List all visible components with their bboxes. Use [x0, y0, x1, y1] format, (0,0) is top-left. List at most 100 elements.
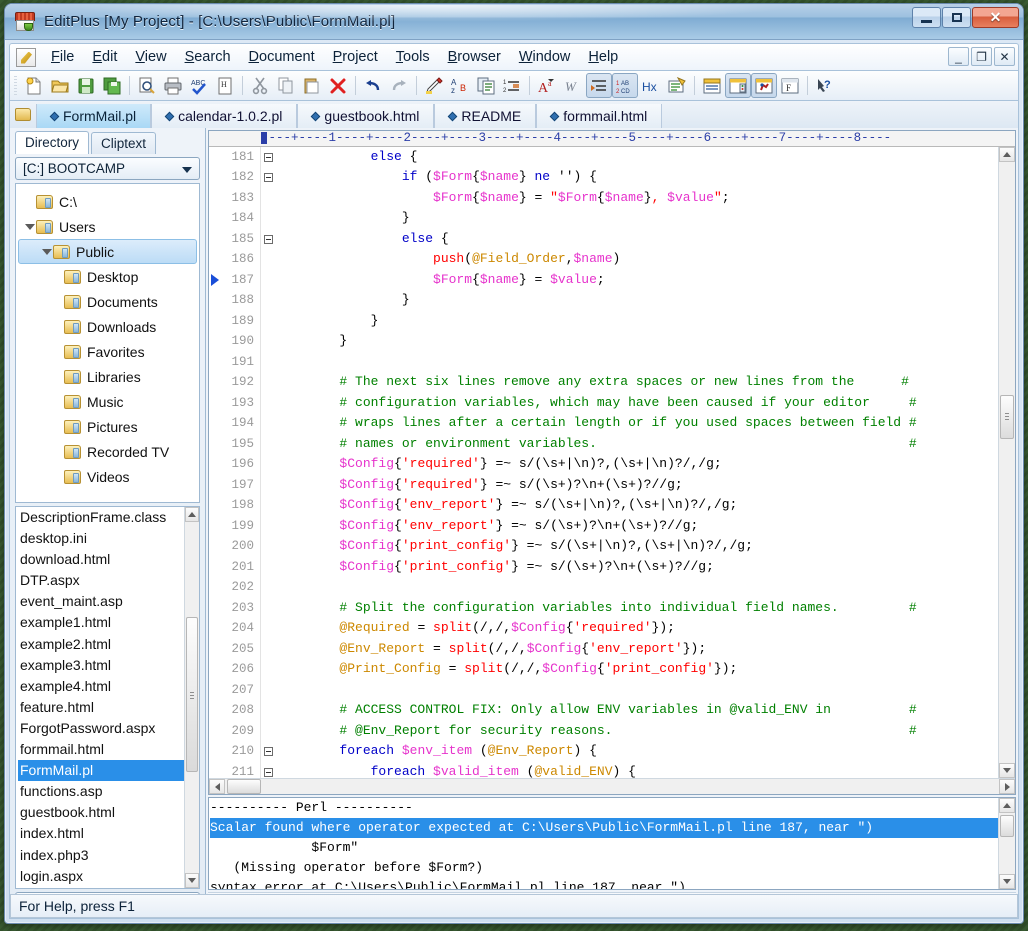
context-help-icon[interactable]: ? [812, 73, 838, 98]
menu-item-file[interactable]: File [42, 46, 83, 68]
document-selector-icon[interactable] [699, 73, 725, 98]
tree-item-favorites[interactable]: Favorites [16, 339, 199, 364]
close-button[interactable]: ✕ [972, 7, 1019, 28]
output-line[interactable]: syntax error at C:\Users\Public\FormMail… [210, 878, 998, 889]
sort-ab-icon[interactable]: AzB [447, 73, 473, 98]
menu-item-project[interactable]: Project [324, 46, 387, 68]
duplicate-icon[interactable] [473, 73, 499, 98]
hex-icon[interactable]: Hx [638, 73, 664, 98]
source-code-text[interactable]: else { if ($Form{$name} ne '') { $Form{$… [275, 147, 1015, 778]
code-line[interactable]: $Config{'print_config'} =~ s/(\s+)?\n+(\… [277, 557, 1015, 578]
code-line[interactable]: $Config{'env_report'} =~ s/(\s+)?\n+(\s+… [277, 516, 1015, 537]
file-list-item[interactable]: example3.html [18, 655, 184, 676]
paste-icon[interactable] [299, 73, 325, 98]
code-line[interactable]: $Config{'required'} =~ s/(\s+)?\n+(\s+)?… [277, 475, 1015, 496]
save-all-icon[interactable] [99, 73, 125, 98]
expander-triangle-icon[interactable] [24, 214, 36, 239]
font-icon[interactable]: Aa [534, 73, 560, 98]
file-list[interactable]: DescriptionFrame.class desktop.ini downloa… [15, 506, 200, 889]
code-line[interactable]: } [277, 208, 1015, 229]
output-window-icon[interactable] [725, 73, 751, 98]
tree-item-libraries[interactable]: Libraries [16, 364, 199, 389]
file-list-item[interactable]: DTP.aspx [18, 570, 184, 591]
code-line[interactable]: @Print_Config = split(/,/,$Config{'print… [277, 659, 1015, 680]
highlight-marker-icon[interactable] [421, 73, 447, 98]
project-folder-icon[interactable] [10, 101, 36, 128]
code-line[interactable] [277, 577, 1015, 598]
file-list-item[interactable]: login.aspx [18, 866, 184, 887]
output-text[interactable]: ---------- Perl ---------- Scalar found w… [209, 798, 998, 889]
file-list-item[interactable]: index.html [18, 823, 184, 844]
title-bar[interactable]: EditPlus [My Project] - [C:\Users\Public… [5, 4, 1023, 40]
document-tab-readme[interactable]: README [434, 104, 537, 128]
menu-item-search[interactable]: Search [176, 46, 240, 68]
spell-check-icon[interactable]: ABC [186, 73, 212, 98]
code-line[interactable]: foreach $valid_item (@valid_ENV) { [277, 762, 1015, 778]
code-line[interactable]: $Form{$name} = "$Form{$name}, $value"; [277, 188, 1015, 209]
output-window[interactable]: ---------- Perl ---------- Scalar found w… [208, 797, 1016, 890]
menu-item-view[interactable]: View [126, 46, 175, 68]
file-list-item[interactable]: guestbook.html [18, 802, 184, 823]
open-folder-icon[interactable] [47, 73, 73, 98]
menu-item-window[interactable]: Window [510, 46, 580, 68]
code-line[interactable] [277, 680, 1015, 701]
code-line[interactable]: # names or environment variables. # [277, 434, 1015, 455]
copy-icon[interactable] [273, 73, 299, 98]
output-line[interactable]: $Form" [210, 838, 998, 858]
code-folding-column[interactable] [261, 146, 275, 779]
code-line[interactable]: @Required = split(/,/,$Config{'required'… [277, 618, 1015, 639]
code-line[interactable]: else { [277, 147, 1015, 168]
tree-item-downloads[interactable]: Downloads [16, 314, 199, 339]
file-list-item[interactable]: ForgotPassword.aspx [18, 718, 184, 739]
file-list-item[interactable]: index.php3 [18, 845, 184, 866]
code-line[interactable]: } [277, 331, 1015, 352]
scroll-down-icon[interactable] [999, 874, 1015, 889]
code-line[interactable]: } [277, 290, 1015, 311]
scroll-right-icon[interactable] [999, 779, 1015, 794]
scroll-up-icon[interactable] [999, 146, 1015, 162]
print-preview-icon[interactable] [134, 73, 160, 98]
print-icon[interactable] [160, 73, 186, 98]
maximize-button[interactable] [942, 7, 971, 28]
drive-select[interactable]: [C:] BOOTCAMP [15, 157, 200, 180]
function-list-icon[interactable]: F [777, 73, 803, 98]
code-line[interactable]: # @Env_Report for security reasons. # [277, 721, 1015, 742]
mdi-close-button[interactable]: ✕ [994, 47, 1015, 66]
toggle-case-icon[interactable]: 1 2 AB CD [612, 73, 638, 98]
minimize-button[interactable] [912, 7, 941, 28]
tree-item-desktop[interactable]: Desktop [16, 264, 199, 289]
browser-preview-icon[interactable] [664, 73, 690, 98]
code-line[interactable]: } [277, 311, 1015, 332]
file-list-item[interactable]: FormMail.pl [18, 760, 184, 782]
scroll-down-icon[interactable] [185, 873, 199, 888]
redo-icon[interactable] [386, 73, 412, 98]
fold-toggle-icon[interactable] [261, 167, 275, 188]
tree-item-documents[interactable]: Documents [16, 289, 199, 314]
menu-item-tools[interactable]: Tools [387, 46, 439, 68]
code-line[interactable]: # wraps lines after a certain length or … [277, 413, 1015, 434]
file-list-item[interactable]: example2.html [18, 634, 184, 655]
code-line[interactable] [277, 352, 1015, 373]
editor-text-area[interactable]: 181 182 183 184 185 186 187 188 189 190 191 192 193 1… [209, 146, 1015, 779]
file-list-item[interactable]: example4.html [18, 676, 184, 697]
file-list-item[interactable]: logo.bmp [18, 887, 184, 888]
menu-item-help[interactable]: Help [579, 46, 627, 68]
expander-triangle-icon[interactable] [41, 239, 53, 264]
file-list-item[interactable]: example1.html [18, 612, 184, 633]
code-line[interactable]: # Split the configuration variables into… [277, 598, 1015, 619]
scroll-left-icon[interactable] [209, 779, 225, 794]
scroll-up-icon[interactable] [185, 507, 199, 522]
code-line[interactable]: push(@Field_Order,$name) [277, 249, 1015, 270]
fold-toggle-icon[interactable] [261, 741, 275, 762]
document-tab-guestbook-html[interactable]: guestbook.html [297, 104, 435, 128]
scrollbar-thumb[interactable] [1000, 394, 1014, 439]
fold-toggle-icon[interactable] [261, 762, 275, 778]
tree-item-recorded-tv[interactable]: Recorded TV [16, 439, 199, 464]
code-line[interactable]: # The next six lines remove any extra sp… [277, 372, 1015, 393]
document-tab-formmail-pl[interactable]: FormMail.pl [36, 104, 152, 128]
file-list-item[interactable]: feature.html [18, 697, 184, 718]
numbering-icon[interactable]: 12 [499, 73, 525, 98]
sidebar-tab-cliptext[interactable]: Cliptext [91, 132, 157, 154]
word-wrap-icon[interactable]: W [560, 73, 586, 98]
save-icon[interactable] [73, 73, 99, 98]
